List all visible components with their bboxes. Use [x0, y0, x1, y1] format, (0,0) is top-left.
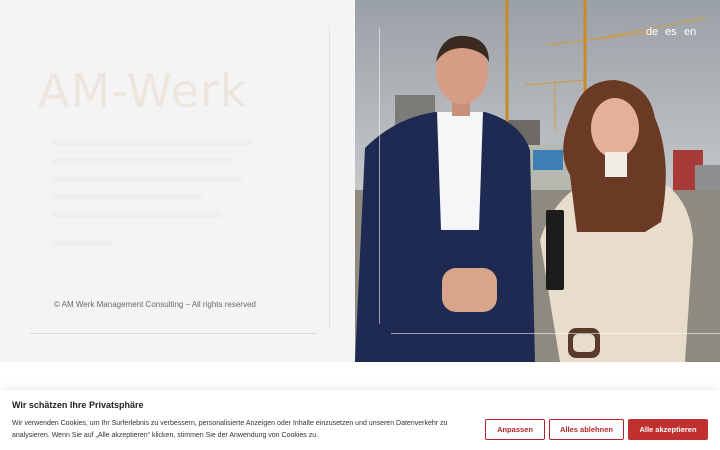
cookie-consent-banner: Wir schätzen Ihre Privatsphäre Wir verwe… — [0, 390, 720, 450]
hero-photo-illustration — [355, 0, 720, 362]
ghost-brand-logo: AM-Werk — [38, 64, 248, 118]
ghost-text-line — [52, 140, 252, 146]
ghost-text-line — [52, 212, 222, 218]
ghost-text-line — [52, 240, 112, 246]
hero-left-panel: AM-Werk © AM Werk Management Consulting … — [0, 0, 355, 362]
customize-button[interactable]: Anpassen — [485, 419, 545, 440]
ghost-text-line — [52, 194, 202, 200]
photo-divider-horizontal — [391, 333, 720, 334]
ghost-text-line — [52, 158, 232, 164]
language-link-es[interactable]: es — [665, 26, 677, 38]
accept-all-button[interactable]: Alle akzeptieren — [628, 419, 708, 440]
ghost-text-line — [52, 176, 242, 182]
language-link-de[interactable]: de — [646, 26, 658, 38]
divider-vertical — [329, 26, 330, 328]
photo-divider-vertical — [379, 28, 380, 324]
hero-photo: de es en — [355, 0, 720, 362]
copyright-text: © AM Werk Management Consulting – All ri… — [54, 300, 256, 309]
divider-horizontal — [30, 333, 317, 334]
reject-all-button[interactable]: Alles ablehnen — [549, 419, 624, 440]
cookie-title: Wir schätzen Ihre Privatsphäre — [12, 400, 144, 410]
language-link-en[interactable]: en — [684, 26, 696, 38]
cookie-description: Wir verwenden Cookies, um Ihr Surferlebn… — [12, 420, 448, 439]
